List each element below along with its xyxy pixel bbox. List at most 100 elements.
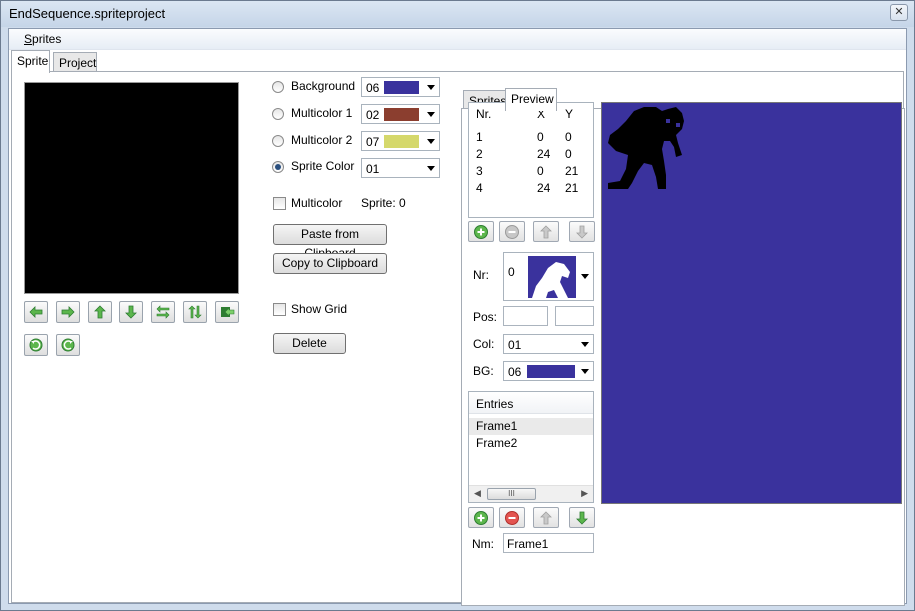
shift-left-icon — [29, 306, 43, 318]
delete-button[interactable]: Delete — [273, 333, 346, 354]
list-cell[interactable]: 0 — [537, 164, 544, 178]
tab-project[interactable]: Project — [53, 52, 97, 72]
arrow-up-icon — [540, 510, 552, 524]
sprite-color-select[interactable]: 01 — [361, 158, 440, 178]
multicolor1-radio[interactable] — [272, 108, 284, 120]
rotate-left-button[interactable] — [24, 334, 48, 356]
pos-y-input[interactable] — [555, 306, 594, 326]
menu-sprites[interactable]: Sprites — [24, 32, 61, 46]
show-grid-label: Show Grid — [291, 302, 348, 316]
menu-bar: Sprites — [9, 29, 906, 50]
background-swatch — [384, 81, 419, 94]
multicolor2-label: Multicolor 2 — [291, 133, 353, 147]
invert-icon — [221, 307, 235, 317]
shift-right-icon — [61, 306, 75, 318]
scroll-right-icon[interactable]: ▶ — [581, 488, 588, 499]
paste-from-clipboard-button[interactable]: Paste from Clipboard — [273, 224, 387, 260]
multicolor-label: Multicolor — [291, 196, 343, 210]
shift-right-button[interactable] — [56, 301, 80, 323]
chevron-down-icon — [581, 274, 589, 279]
remove-sprite-button[interactable] — [499, 221, 525, 242]
shift-up-button[interactable] — [88, 301, 112, 323]
remove-entry-button[interactable] — [499, 507, 525, 528]
tab-preview[interactable]: Preview — [505, 88, 557, 111]
tab-sprite[interactable]: Sprite — [11, 50, 50, 73]
multicolor2-radio[interactable] — [272, 135, 284, 147]
pos-x-input[interactable] — [503, 306, 548, 326]
multicolor-checkbox[interactable] — [273, 197, 286, 210]
shift-left-button[interactable] — [24, 301, 48, 323]
sprite-color-radio[interactable] — [272, 161, 284, 173]
invert-button[interactable] — [215, 301, 239, 323]
background-color-select[interactable]: 06 — [361, 77, 440, 97]
sprite-number-select[interactable]: 0 — [503, 252, 594, 301]
chevron-down-icon — [427, 166, 435, 171]
client-area: Sprites Sprite Project Background 06 Mul… — [8, 28, 907, 606]
list-cell[interactable]: 21 — [565, 164, 578, 178]
nr-label: Nr: — [473, 268, 489, 282]
list-cell[interactable]: 4 — [476, 181, 483, 195]
list-cell[interactable]: 0 — [565, 147, 572, 161]
chevron-down-icon — [427, 139, 435, 144]
move-sprite-down-button[interactable] — [569, 221, 595, 242]
bg-select[interactable]: 06 — [503, 361, 594, 381]
remove-icon — [505, 510, 519, 525]
horizontal-scrollbar[interactable]: ◀ III ▶ — [469, 485, 593, 502]
move-entry-down-button[interactable] — [569, 507, 595, 528]
scroll-left-icon[interactable]: ◀ — [474, 488, 481, 499]
close-icon: ✕ — [894, 6, 904, 18]
bg-label: BG: — [473, 364, 494, 378]
column-header-y[interactable]: Y — [565, 107, 573, 121]
chevron-down-icon — [581, 369, 589, 374]
entries-header[interactable]: Entries — [469, 392, 593, 414]
flip-horizontal-button[interactable] — [151, 301, 175, 323]
scroll-thumb[interactable]: III — [487, 488, 536, 500]
sprite-page: Background 06 Multicolor 1 02 Multicolor… — [11, 71, 905, 606]
list-cell[interactable]: 2 — [476, 147, 483, 161]
sprite-editor-canvas[interactable] — [24, 82, 239, 294]
main-window: EndSequence.spriteproject ✕ Sprites Spri… — [0, 0, 915, 611]
entries-list[interactable]: Entries Frame1 Frame2 ◀ III ▶ — [468, 391, 594, 503]
arrow-up-icon — [540, 224, 552, 238]
entries-header-label: Entries — [476, 397, 514, 411]
multicolor1-label: Multicolor 1 — [291, 106, 353, 120]
add-sprite-button[interactable] — [468, 221, 494, 242]
shift-down-button[interactable] — [119, 301, 143, 323]
list-item[interactable]: Frame1 — [469, 418, 593, 435]
chevron-down-icon — [581, 342, 589, 347]
multicolor2-swatch — [384, 135, 419, 148]
title-bar[interactable]: EndSequence.spriteproject ✕ — [1, 1, 914, 27]
column-header-nr[interactable]: Nr. — [476, 107, 491, 121]
list-cell[interactable]: 24 — [537, 147, 550, 161]
name-input[interactable]: Frame1 — [503, 533, 594, 553]
multicolor2-select[interactable]: 07 — [361, 131, 440, 151]
rotate-left-icon — [29, 338, 43, 352]
chevron-down-icon — [427, 112, 435, 117]
col-select[interactable]: 01 — [503, 334, 594, 354]
list-cell[interactable]: 21 — [565, 181, 578, 195]
list-item[interactable]: Frame2 — [469, 435, 593, 452]
add-icon — [474, 224, 488, 239]
multicolor1-select[interactable]: 02 — [361, 104, 440, 124]
copy-to-clipboard-button[interactable]: Copy to Clipboard — [273, 253, 387, 274]
sprite-preview-canvas[interactable] — [601, 102, 902, 504]
list-cell[interactable]: 0 — [565, 130, 572, 144]
background-radio[interactable] — [272, 81, 284, 93]
rotate-right-button[interactable] — [56, 334, 80, 356]
flip-vertical-button[interactable] — [183, 301, 207, 323]
add-entry-button[interactable] — [468, 507, 494, 528]
shift-down-icon — [125, 305, 137, 319]
list-cell[interactable]: 0 — [537, 130, 544, 144]
pos-label: Pos: — [473, 310, 498, 324]
show-grid-checkbox[interactable] — [273, 303, 286, 316]
name-label: Nm: — [472, 537, 494, 551]
sprite-list[interactable]: Nr. X Y 1 0 0 2 24 0 3 0 21 4 24 21 — [468, 102, 594, 218]
add-icon — [474, 510, 488, 525]
move-entry-up-button[interactable] — [533, 507, 559, 528]
list-cell[interactable]: 1 — [476, 130, 483, 144]
move-sprite-up-button[interactable] — [533, 221, 559, 242]
close-button[interactable]: ✕ — [890, 4, 908, 21]
list-cell[interactable]: 3 — [476, 164, 483, 178]
col-label: Col: — [473, 337, 495, 351]
list-cell[interactable]: 24 — [537, 181, 550, 195]
